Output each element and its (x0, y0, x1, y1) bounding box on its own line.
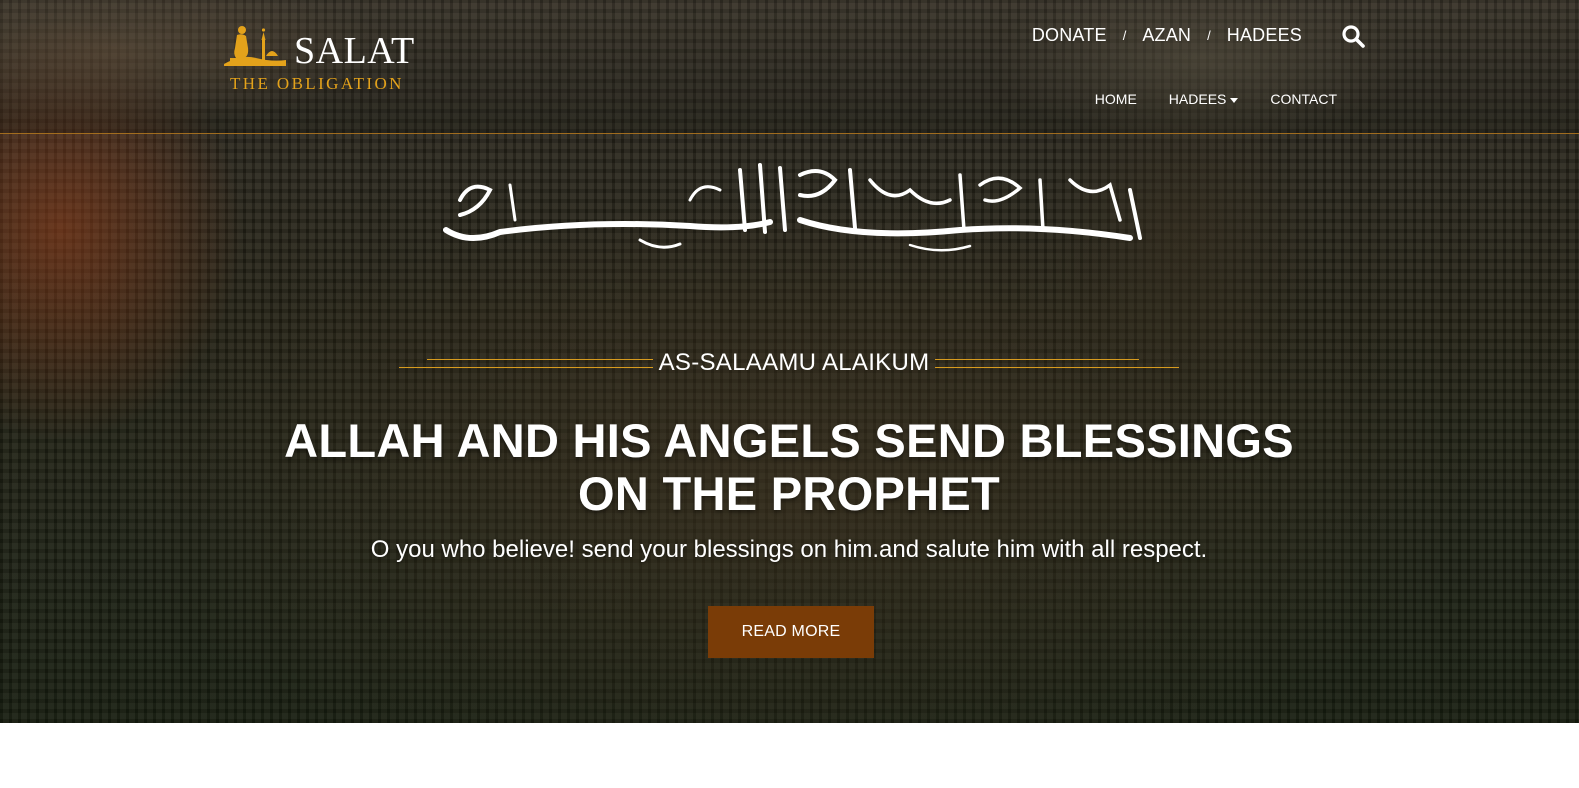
decorative-line-left (399, 357, 653, 369)
hero-headline: ALLAH AND HIS ANGELS SEND BLESSINGS ON T… (264, 414, 1314, 520)
headline-line-2: ON THE PROPHET (577, 467, 1000, 520)
nav-hadees-label: HADEES (1168, 91, 1227, 107)
greeting-text: AS-SALAAMU ALAIKUM (658, 349, 930, 376)
search-icon[interactable] (1341, 24, 1365, 48)
headline-line-1: ALLAH AND HIS ANGELS SEND BLESSINGS (284, 414, 1294, 467)
top-nav-hadees[interactable]: HADEES (1227, 24, 1302, 46)
top-nav: DONATE / AZAN / HADEES (1032, 24, 1302, 46)
hero-subline: O you who believe! send your blessings o… (370, 536, 1208, 563)
top-nav-azan[interactable]: AZAN (1142, 24, 1191, 46)
bismillah-calligraphy (443, 163, 1142, 252)
praying-figure-mosque-icon (224, 26, 286, 66)
site-header: SALAT THE OBLIGATION DONATE / AZAN / HAD… (0, 0, 1579, 134)
decorative-line-right (935, 357, 1189, 369)
site-logo[interactable]: SALAT THE OBLIGATION (222, 18, 415, 98)
main-nav: HOME HADEES CONTACT (1063, 90, 1337, 108)
top-nav-donate[interactable]: DONATE (1032, 24, 1107, 46)
brand-tagline: THE OBLIGATION (230, 74, 404, 93)
nav-separator: / (1122, 27, 1127, 43)
read-more-button[interactable]: READ MORE (708, 606, 874, 658)
nav-contact[interactable]: CONTACT (1270, 90, 1337, 108)
nav-hadees-dropdown[interactable]: HADEES (1169, 90, 1239, 108)
greeting-banner: AS-SALAAMU ALAIKUM (399, 346, 1189, 380)
nav-separator: / (1207, 27, 1211, 43)
caret-down-icon (1230, 97, 1239, 103)
nav-home[interactable]: HOME (1095, 90, 1137, 108)
brand-name: SALAT (294, 30, 415, 72)
